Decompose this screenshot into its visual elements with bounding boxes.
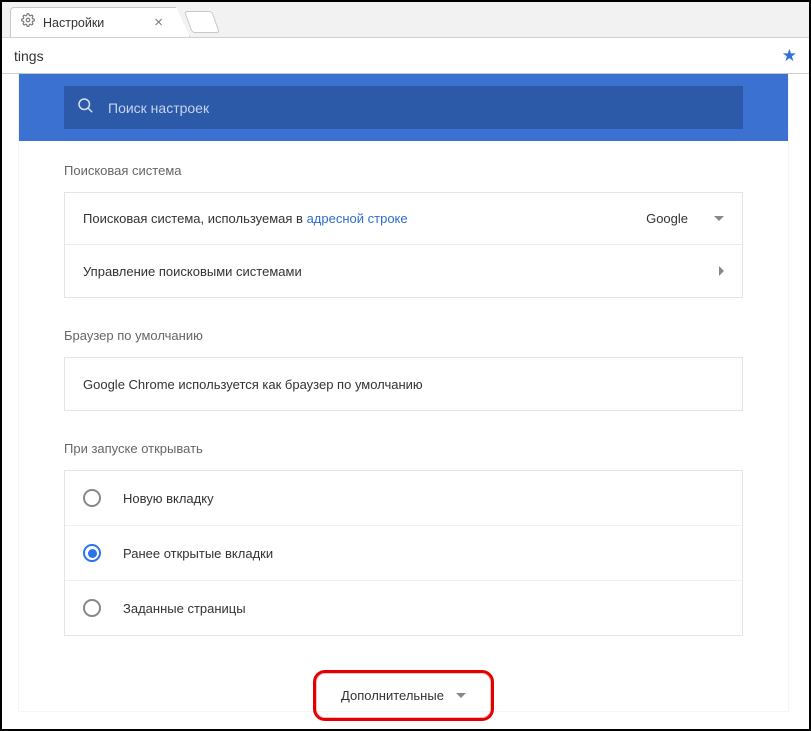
radio-icon-checked <box>83 544 101 562</box>
highlight-annotation: Дополнительные <box>313 670 494 721</box>
row-label-prefix: Поисковая система, используемая в <box>83 211 307 226</box>
option-label: Ранее открытые вкладки <box>123 546 273 561</box>
manage-search-engines-row[interactable]: Управление поисковыми системами <box>65 245 742 297</box>
new-tab-button[interactable] <box>184 11 220 33</box>
search-icon <box>76 96 94 119</box>
browser-tab-settings[interactable]: Настройки × <box>10 7 190 37</box>
settings-content: Поисковая система Поисковая система, исп… <box>19 74 788 711</box>
close-icon[interactable]: × <box>154 14 163 31</box>
row-label: Управление поисковыми системами <box>83 264 719 279</box>
advanced-button[interactable]: Дополнительные <box>323 678 484 713</box>
search-engine-row[interactable]: Поисковая система, используемая в адресн… <box>65 193 742 245</box>
option-label: Новую вкладку <box>123 491 214 506</box>
section-title: Поисковая система <box>64 163 743 178</box>
card: Google Chrome используется как браузер п… <box>64 357 743 411</box>
gear-icon <box>21 13 35 32</box>
chevron-right-icon <box>719 266 724 276</box>
radio-icon <box>83 599 101 617</box>
default-browser-row: Google Chrome используется как браузер п… <box>65 358 742 410</box>
startup-option-new-tab[interactable]: Новую вкладку <box>65 471 742 526</box>
startup-option-continue[interactable]: Ранее открытые вкладки <box>65 526 742 581</box>
section-default-browser: Браузер по умолчанию Google Chrome испол… <box>64 328 743 411</box>
card: Поисковая система, используемая в адресн… <box>64 192 743 298</box>
address-bar-link[interactable]: адресной строке <box>307 211 408 226</box>
section-on-startup: При запуске открывать Новую вкладку Ране… <box>64 441 743 636</box>
tab-title: Настройки <box>43 16 104 30</box>
settings-search-box[interactable] <box>64 86 743 129</box>
search-input[interactable] <box>108 100 731 116</box>
advanced-label: Дополнительные <box>341 688 444 703</box>
section-search-engine: Поисковая система Поисковая система, исп… <box>64 163 743 298</box>
chevron-down-icon <box>456 693 466 698</box>
section-title: Браузер по умолчанию <box>64 328 743 343</box>
chevron-down-icon <box>714 216 724 221</box>
advanced-wrap: Дополнительные <box>64 670 743 721</box>
settings-search-header <box>19 74 788 141</box>
search-engine-selected: Google <box>646 211 688 226</box>
url-bar[interactable]: tings ★ <box>2 38 809 74</box>
section-title: При запуске открывать <box>64 441 743 456</box>
row-label: Поисковая система, используемая в адресн… <box>83 211 646 226</box>
option-label: Заданные страницы <box>123 601 246 616</box>
startup-option-specific[interactable]: Заданные страницы <box>65 581 742 635</box>
browser-tab-bar: Настройки × <box>2 2 809 38</box>
url-text: tings <box>14 48 782 64</box>
bookmark-star-icon[interactable]: ★ <box>782 46 797 66</box>
radio-icon <box>83 489 101 507</box>
card: Новую вкладку Ранее открытые вкладки Зад… <box>64 470 743 636</box>
row-label: Google Chrome используется как браузер п… <box>83 377 724 392</box>
